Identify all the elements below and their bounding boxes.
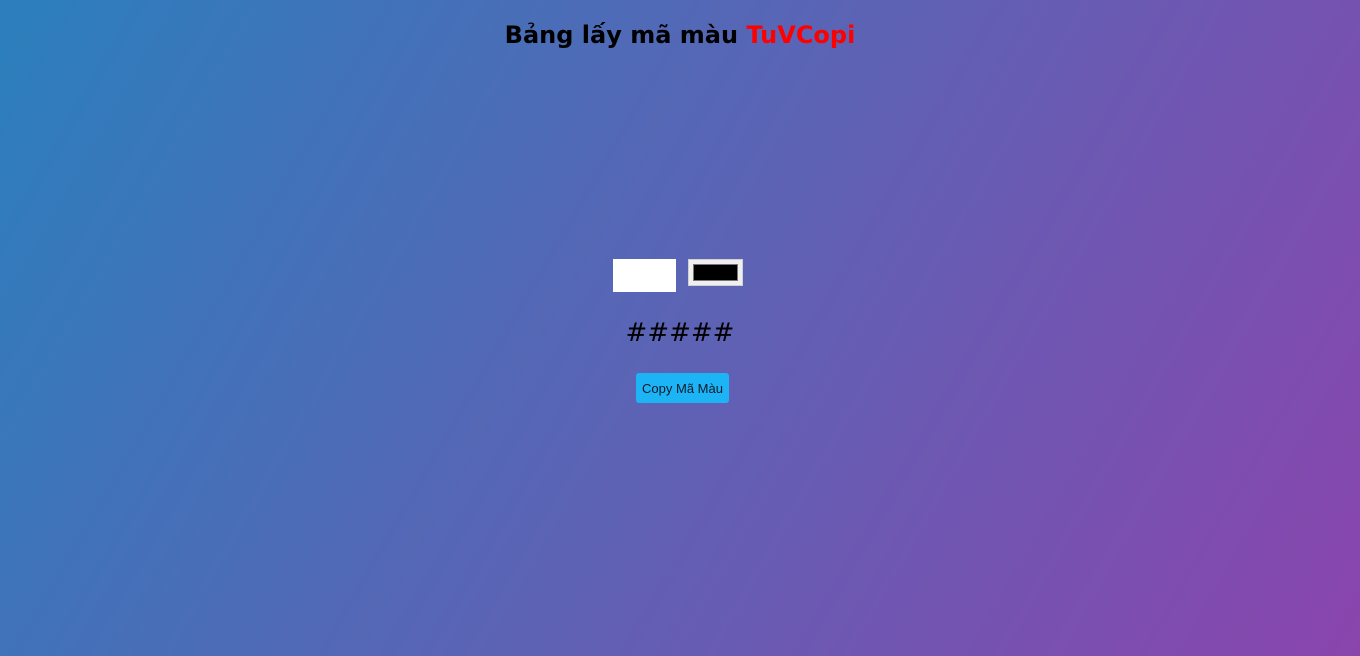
hex-code-display: ##### bbox=[625, 318, 735, 348]
color-picker-input[interactable] bbox=[688, 259, 743, 286]
copy-color-button[interactable]: Copy Mã Màu bbox=[636, 373, 729, 403]
title-prefix: Bảng lấy mã màu bbox=[504, 21, 739, 49]
page-title: Bảng lấy mã màu TuVCopi bbox=[0, 19, 1360, 51]
color-swatch bbox=[693, 264, 738, 281]
hex-text-input[interactable] bbox=[613, 259, 676, 292]
brand-name: TuVCopi bbox=[746, 21, 856, 49]
